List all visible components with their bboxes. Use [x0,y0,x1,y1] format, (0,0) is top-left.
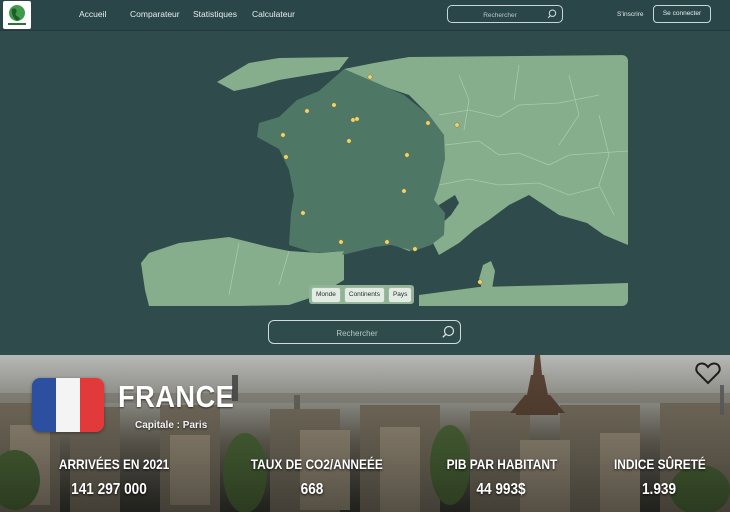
toggle-pays[interactable]: Pays [387,286,413,303]
country-flag [32,378,104,432]
city-marker [454,122,460,128]
stat-label-co2: TAUX DE CO2/ANNEÉE [250,456,383,472]
toggle-monde[interactable]: Monde [311,286,341,303]
map-search-input[interactable] [275,325,439,341]
city-marker [338,239,344,245]
flag-stripe-blue [32,378,56,432]
flag-stripe-red [80,378,104,432]
city-marker [350,117,356,123]
city-marker [404,152,410,158]
europe-map[interactable]: Monde Continents Pays [139,55,628,306]
nav-link-accueil[interactable]: Accueil [79,9,106,19]
country-hero: FRANCE Capitale : Paris ARRIVÉES EN 2021… [0,355,730,512]
map-search-box [268,320,461,344]
city-marker [401,188,407,194]
nav-link-comparateur[interactable]: Comparateur [130,9,180,19]
country-name: FRANCE [118,379,235,414]
stat-value-arrivals: 141 297 000 [71,481,147,498]
search-icon[interactable] [547,9,557,19]
nav-search-box [447,5,563,23]
city-marker [331,102,337,108]
country-capital: Capitale : Paris [135,420,208,431]
signup-link[interactable]: S'inscrire [617,11,644,18]
flag-stripe-white [56,378,80,432]
stat-label-arrivals: ARRIVÉES EN 2021 [58,456,170,472]
heart-icon[interactable] [695,361,721,385]
city-marker [283,154,289,160]
city-marker [300,210,306,216]
site-logo[interactable] [3,1,31,29]
city-marker [425,120,431,126]
nav-link-statistiques[interactable]: Statistiques [193,9,237,19]
stat-value-gdp: 44 993$ [476,481,526,498]
map-scope-toggle: Monde Continents Pays [309,285,415,304]
toggle-continents[interactable]: Continents [343,286,385,303]
nav-search-input[interactable] [452,7,548,23]
city-marker [384,239,390,245]
stat-label-gdp: PIB PAR HABITANT [446,456,558,472]
login-button[interactable]: Se connecter [653,5,711,23]
city-marker [354,116,360,122]
city-marker [412,246,418,252]
nav-link-calculateur[interactable]: Calculateur [252,9,295,19]
city-marker [367,74,373,80]
city-marker [304,108,310,114]
city-marker [477,279,483,285]
stat-value-co2: 668 [300,481,324,498]
stat-label-safety: INDICE SÛRETÉ [613,456,706,472]
search-icon[interactable] [441,325,455,339]
stat-value-safety: 1.939 [641,481,677,498]
map-section: Monde Continents Pays [0,31,730,355]
top-navbar: Accueil Comparateur Statistiques Calcula… [0,0,730,31]
city-marker [280,132,286,138]
city-marker [346,138,352,144]
